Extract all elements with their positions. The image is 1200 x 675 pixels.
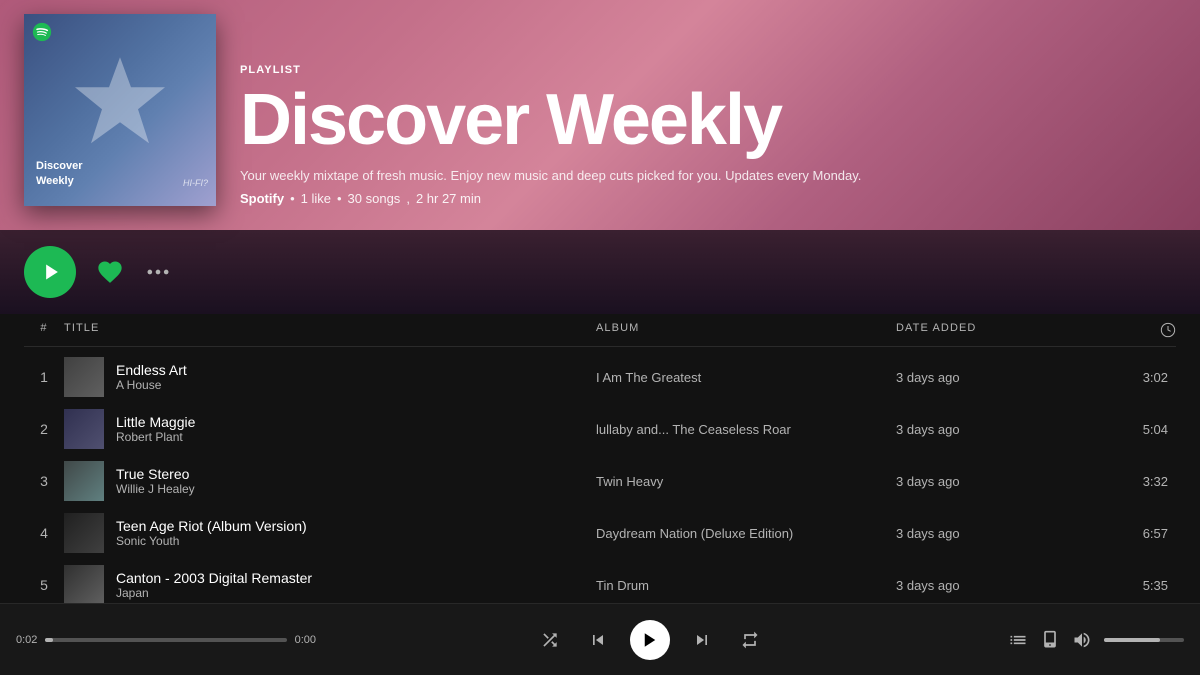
- track-name: Endless Art: [116, 362, 187, 378]
- player-bar: 0:02 0:00: [0, 603, 1200, 675]
- player-center: [316, 620, 984, 660]
- track-duration: 3:02: [1096, 370, 1176, 385]
- album-art-text: DiscoverWeekly: [36, 159, 82, 188]
- track-date-added: 3 days ago: [896, 422, 1096, 437]
- player-left: 0:02 0:00: [16, 634, 316, 646]
- spotify-logo: [32, 22, 52, 42]
- track-info: Teen Age Riot (Album Version) Sonic Yout…: [64, 513, 596, 553]
- track-number: 5: [24, 577, 64, 593]
- track-name-block: Teen Age Riot (Album Version) Sonic Yout…: [116, 518, 307, 548]
- more-options-button[interactable]: [144, 258, 172, 286]
- player-right: [984, 628, 1184, 652]
- track-info: Endless Art A House: [64, 357, 596, 397]
- playlist-duration: 2 hr 27 min: [416, 191, 481, 206]
- track-artist: A House: [116, 378, 187, 392]
- track-list-header: # TITLE ALBUM DATE ADDED: [24, 314, 1176, 347]
- device-button[interactable]: [1040, 628, 1064, 652]
- col-header-duration: [1096, 322, 1176, 338]
- track-album: I Am The Greatest: [596, 370, 896, 385]
- track-name-block: True Stereo Willie J Healey: [116, 466, 195, 496]
- col-header-album: ALBUM: [596, 322, 896, 338]
- track-duration: 6:57: [1096, 526, 1176, 541]
- track-album: Twin Heavy: [596, 474, 896, 489]
- track-date-added: 3 days ago: [896, 526, 1096, 541]
- track-duration: 5:04: [1096, 422, 1176, 437]
- track-thumbnail: [64, 513, 104, 553]
- track-thumbnail: [64, 565, 104, 605]
- progress-fill: [45, 638, 52, 642]
- track-thumbnail: [64, 357, 104, 397]
- track-row[interactable]: 4 Teen Age Riot (Album Version) Sonic Yo…: [24, 507, 1176, 559]
- like-count: 1 like: [301, 191, 331, 206]
- curator-name: Spotify: [240, 191, 284, 206]
- total-time: 0:00: [295, 634, 316, 646]
- album-art-hifi: HI-FI?: [183, 178, 208, 188]
- track-album: lullaby and... The Ceaseless Roar: [596, 422, 896, 437]
- playlist-label: PLAYLIST: [240, 64, 861, 76]
- volume-fill: [1104, 638, 1160, 642]
- track-duration: 3:32: [1096, 474, 1176, 489]
- album-art-star: [70, 52, 170, 157]
- col-header-title: TITLE: [64, 322, 596, 338]
- track-row[interactable]: 1 Endless Art A House I Am The Greatest …: [24, 351, 1176, 403]
- track-rows: 1 Endless Art A House I Am The Greatest …: [24, 351, 1176, 611]
- queue-button[interactable]: [1008, 628, 1032, 652]
- album-art: DiscoverWeekly HI-FI?: [24, 14, 216, 206]
- next-button[interactable]: [686, 624, 718, 656]
- track-row[interactable]: 2 Little Maggie Robert Plant lullaby and…: [24, 403, 1176, 455]
- track-info: True Stereo Willie J Healey: [64, 461, 596, 501]
- player-play-button[interactable]: [630, 620, 670, 660]
- volume-bar[interactable]: [1104, 638, 1184, 642]
- track-album: Daydream Nation (Deluxe Edition): [596, 526, 896, 541]
- playlist-meta: Spotify • 1 like • 30 songs , 2 hr 27 mi…: [240, 191, 861, 206]
- current-time: 0:02: [16, 634, 37, 646]
- track-info: Canton - 2003 Digital Remaster Japan: [64, 565, 596, 605]
- volume-button[interactable]: [1072, 628, 1096, 652]
- controls-bar: [0, 230, 1200, 314]
- previous-button[interactable]: [582, 624, 614, 656]
- col-header-date: DATE ADDED: [896, 322, 1096, 338]
- header-info: PLAYLIST Discover Weekly Your weekly mix…: [240, 64, 861, 206]
- track-number: 3: [24, 473, 64, 489]
- track-name: Little Maggie: [116, 414, 195, 430]
- track-name-block: Endless Art A House: [116, 362, 187, 392]
- playlist-header: DiscoverWeekly HI-FI? PLAYLIST Discover …: [0, 0, 1200, 230]
- repeat-button[interactable]: [734, 624, 766, 656]
- track-duration: 5:35: [1096, 578, 1176, 593]
- track-number: 1: [24, 369, 64, 385]
- track-artist: Japan: [116, 586, 312, 600]
- track-album: Tin Drum: [596, 578, 896, 593]
- track-name-block: Little Maggie Robert Plant: [116, 414, 195, 444]
- player-controls: [534, 620, 766, 660]
- track-name-block: Canton - 2003 Digital Remaster Japan: [116, 570, 312, 600]
- playlist-title: Discover Weekly: [240, 84, 861, 156]
- track-number: 4: [24, 525, 64, 541]
- like-button[interactable]: [96, 258, 124, 286]
- playlist-description: Your weekly mixtape of fresh music. Enjo…: [240, 168, 861, 183]
- track-artist: Willie J Healey: [116, 482, 195, 496]
- progress-bar[interactable]: [45, 638, 286, 642]
- track-name: Canton - 2003 Digital Remaster: [116, 570, 312, 586]
- track-number: 2: [24, 421, 64, 437]
- track-row[interactable]: 3 True Stereo Willie J Healey Twin Heavy…: [24, 455, 1176, 507]
- col-header-num: #: [24, 322, 64, 338]
- track-name: Teen Age Riot (Album Version): [116, 518, 307, 534]
- track-artist: Sonic Youth: [116, 534, 307, 548]
- track-list: # TITLE ALBUM DATE ADDED 1 Endless Art A…: [0, 314, 1200, 611]
- track-info: Little Maggie Robert Plant: [64, 409, 596, 449]
- track-thumbnail: [64, 461, 104, 501]
- play-button[interactable]: [24, 246, 76, 298]
- track-date-added: 3 days ago: [896, 370, 1096, 385]
- track-thumbnail: [64, 409, 104, 449]
- song-count: 30 songs: [348, 191, 401, 206]
- track-artist: Robert Plant: [116, 430, 195, 444]
- shuffle-button[interactable]: [534, 624, 566, 656]
- track-date-added: 3 days ago: [896, 474, 1096, 489]
- track-name: True Stereo: [116, 466, 195, 482]
- track-date-added: 3 days ago: [896, 578, 1096, 593]
